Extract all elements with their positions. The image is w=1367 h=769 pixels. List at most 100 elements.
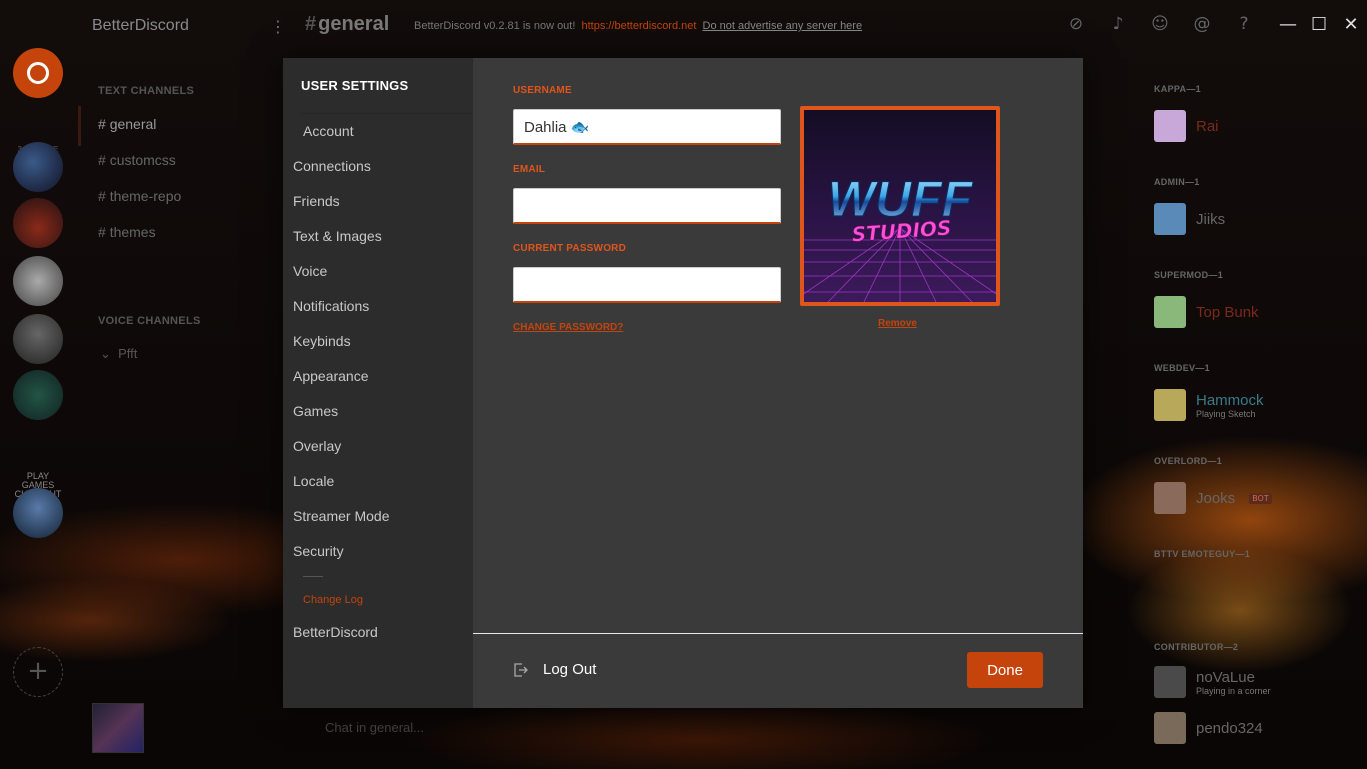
channel-item[interactable]: # themes [98,224,156,240]
member-item[interactable]: pendo324 [1154,712,1263,744]
member-item[interactable]: Jiiks [1154,203,1225,235]
channel-item[interactable]: # general [98,116,156,132]
channel-item-label: themes [109,224,156,240]
settings-nav-connections[interactable]: Connections [293,158,371,174]
chat-input[interactable]: Chat in general... [325,720,424,735]
settings-nav-overlay[interactable]: Overlay [293,438,341,454]
settings-nav-keybinds[interactable]: Keybinds [293,333,351,349]
member-name: Jiiks [1196,210,1226,228]
email-field[interactable] [513,188,781,224]
minimize-icon[interactable]: — [1279,14,1297,35]
guild-icon[interactable] [13,256,63,306]
guild-icon[interactable] [13,314,63,364]
home-button[interactable] [13,48,63,98]
bell-icon[interactable]: ♪ [1107,14,1129,34]
guild-icon[interactable] [13,142,63,192]
remove-avatar-link[interactable]: Remove [878,318,917,329]
settings-nav-notifications[interactable]: Notifications [293,298,369,314]
people-icon[interactable]: ☺ [1149,14,1171,34]
current-password-label: CURRENT PASSWORD [513,243,627,254]
avatar [1154,203,1186,235]
email-label: EMAIL [513,164,546,175]
role-header: CONTRIBUTOR—2 [1154,642,1239,652]
settings-nav-locale[interactable]: Locale [293,473,334,489]
guild-icon[interactable] [13,370,63,420]
settings-nav-voice[interactable]: Voice [293,263,327,279]
member-activity: Playing in a corner [1196,685,1271,696]
channel-title-text: general [318,13,390,35]
member-name: pendo324 [1196,719,1263,737]
settings-nav-appearance[interactable]: Appearance [293,368,369,384]
voice-channel-label: Pfft [118,346,138,361]
change-log-link[interactable]: Change Log [303,594,363,606]
channel-item-label: general [109,116,157,132]
avatar [1154,712,1186,744]
role-header: KAPPA—1 [1154,84,1201,94]
avatar [1154,110,1186,142]
settings-nav-security[interactable]: Security [293,543,344,559]
username-label: USERNAME [513,85,572,96]
channel-item-label: theme-repo [109,188,182,204]
settings-nav-account[interactable]: Account [303,123,354,139]
topic-link[interactable]: https://betterdiscord.net [581,20,696,32]
home-face-icon [27,62,49,84]
settings-nav-text-images[interactable]: Text & Images [293,228,382,244]
maximize-icon[interactable]: ☐ [1311,14,1327,35]
bell-slash-icon[interactable]: ⊘ [1065,14,1087,34]
user-avatar-image [93,704,143,752]
bot-badge: BOT [1249,492,1272,504]
add-server-button[interactable]: + [13,647,63,697]
user-avatar[interactable] [92,703,144,753]
username-field[interactable] [513,109,781,145]
topic-text: BetterDiscord v0.2.81 is now out! [414,20,576,32]
header-toolbar: ⊘ ♪ ☺ @ ? [1065,14,1255,34]
voice-channels-header[interactable]: VOICE CHANNELS [98,315,201,327]
change-password-link[interactable]: CHANGE PASSWORD? [513,322,623,333]
member-item[interactable]: Jooks BOT [1154,482,1272,514]
guild-icon[interactable] [13,198,63,248]
member-item[interactable]: noVaLue Playing in a corner [1154,666,1271,698]
hash-icon: # [305,13,317,35]
at-icon[interactable]: @ [1191,14,1213,34]
role-header: BTTV EMOTEGUY—1 [1154,549,1251,559]
user-settings-modal: USER SETTINGS Account Connections Friend… [283,58,1083,708]
settings-nav-betterdiscord[interactable]: BetterDiscord [293,624,378,640]
server-name[interactable]: BetterDiscord [92,17,189,35]
member-list: KAPPA—1 Rai ADMIN—1 Jiiks SUPERMOD—1 Top… [1140,56,1367,769]
role-header: ADMIN—1 [1154,177,1200,187]
guild-icon[interactable] [13,488,63,538]
member-item[interactable]: Hammock Playing Sketch [1154,389,1264,421]
done-button[interactable]: Done [967,652,1043,688]
text-channels-header[interactable]: TEXT CHANNELS [98,85,194,97]
member-name: Jooks [1196,489,1236,507]
topic-notice: Do not advertise any server here [702,20,863,32]
heading-divider [301,113,473,114]
settings-nav-streamer-mode[interactable]: Streamer Mode [293,508,389,524]
voice-channel-item[interactable]: ⌄ Pfft [100,346,137,362]
channel-item[interactable]: # customcss [98,152,176,168]
channel-item-label: customcss [109,152,176,168]
avatar-upload[interactable]: WUFF STUDIOS [800,106,1000,306]
title-bar: BetterDiscord ⋮ # general BetterDiscord v… [0,0,1367,56]
settings-nav-friends[interactable]: Friends [293,193,340,209]
log-out-button[interactable]: Log Out [513,661,596,678]
avatar [1154,389,1186,421]
avatar [1154,296,1186,328]
member-name: noVaLue [1196,668,1255,686]
current-password-field[interactable] [513,267,781,303]
member-item[interactable]: Top Bunk [1154,296,1259,328]
nav-divider [303,576,323,577]
selected-channel-marker [78,106,81,146]
question-icon[interactable]: ? [1233,14,1255,34]
avatar-image: WUFF STUDIOS [804,110,996,302]
member-text: noVaLue Playing in a corner [1196,669,1271,696]
settings-nav-games[interactable]: Games [293,403,338,419]
member-item[interactable]: Rai [1154,110,1219,142]
channel-item[interactable]: # theme-repo [98,188,181,204]
server-menu-icon[interactable]: ⋮ [270,17,286,36]
log-out-label: Log Out [543,661,597,678]
member-name: Hammock [1196,391,1264,409]
settings-content: USERNAME EMAIL CURRENT PASSWORD CHANGE P… [473,58,1083,708]
channel-list: TEXT CHANNELS # general # customcss # th… [78,56,278,769]
close-icon[interactable]: ✕ [1343,14,1359,35]
